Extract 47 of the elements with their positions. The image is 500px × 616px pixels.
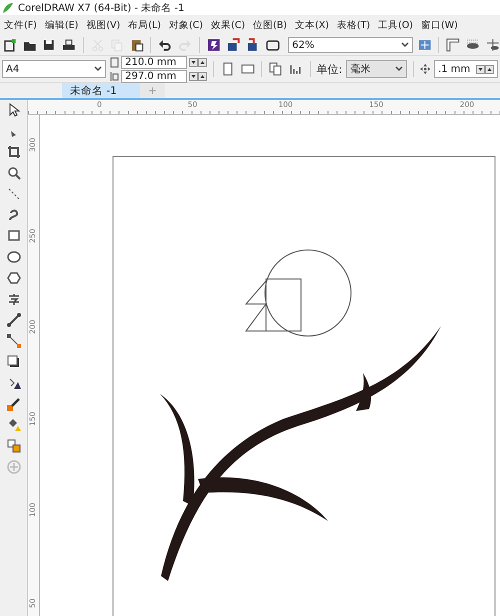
menu-item[interactable]: 布局(L) bbox=[124, 18, 165, 32]
spinner-icon[interactable] bbox=[476, 64, 494, 74]
nudge-icon bbox=[420, 63, 430, 75]
menu-item[interactable]: 文本(X) bbox=[290, 18, 333, 32]
guidelines-icon[interactable] bbox=[484, 36, 500, 54]
dimension-icon[interactable] bbox=[6, 312, 22, 328]
line-icon[interactable] bbox=[6, 186, 22, 202]
menu-item[interactable]: 文件(F) bbox=[0, 18, 41, 32]
zoom-dropdown[interactable]: 62% bbox=[288, 37, 413, 53]
menu-item[interactable]: 窗口(W) bbox=[417, 18, 462, 32]
chevron-down-icon[interactable] bbox=[400, 42, 409, 48]
spinner-icon[interactable] bbox=[189, 58, 208, 66]
width-field[interactable]: 210.0 mm bbox=[121, 56, 188, 68]
ellipse-icon[interactable] bbox=[6, 249, 22, 265]
app-logo-icon bbox=[2, 2, 14, 14]
window-title: CorelDRAW X7 (64-Bit) - 未命名 -1 bbox=[18, 2, 184, 14]
menu-item[interactable]: 表格(T) bbox=[332, 18, 374, 32]
menu-item[interactable]: 效果(C) bbox=[207, 18, 250, 32]
polygon-icon[interactable] bbox=[6, 270, 22, 286]
menu-item[interactable]: 对象(C) bbox=[164, 18, 207, 32]
rectangle-icon[interactable] bbox=[6, 228, 22, 244]
units-label: 单位: bbox=[316, 62, 342, 76]
page-size-dropdown[interactable]: A4 bbox=[2, 60, 106, 78]
chevron-down-icon[interactable] bbox=[394, 66, 403, 72]
import-icon[interactable] bbox=[225, 36, 241, 54]
new-document-icon[interactable] bbox=[2, 36, 18, 54]
zoom-icon[interactable] bbox=[6, 165, 22, 181]
smart-fill-icon[interactable] bbox=[6, 438, 22, 454]
shadow-icon[interactable] bbox=[6, 354, 22, 370]
height-field[interactable]: 297.0 mm bbox=[121, 70, 188, 82]
units-dropdown[interactable]: 毫米 bbox=[346, 60, 407, 78]
menu-item[interactable]: 编辑(E) bbox=[40, 18, 82, 32]
menu-item[interactable]: 视图(V) bbox=[82, 18, 124, 32]
connector-icon[interactable] bbox=[6, 333, 22, 349]
menu-item[interactable]: 工具(O) bbox=[374, 18, 418, 32]
nudge-field[interactable]: .1 mm bbox=[434, 60, 498, 78]
width-icon bbox=[110, 56, 120, 68]
document-tab[interactable]: 未命名 -1 bbox=[62, 83, 140, 98]
all-pages-icon[interactable] bbox=[268, 60, 284, 78]
height-icon bbox=[110, 70, 120, 82]
chevron-down-icon[interactable] bbox=[94, 66, 102, 72]
menu-item[interactable]: 位图(B) bbox=[249, 18, 291, 32]
rulers-icon[interactable] bbox=[445, 36, 461, 54]
eyedropper-icon[interactable] bbox=[6, 396, 22, 412]
spinner-icon[interactable] bbox=[189, 72, 208, 80]
launcher-icon[interactable] bbox=[206, 36, 222, 54]
crop-icon[interactable] bbox=[6, 144, 22, 160]
